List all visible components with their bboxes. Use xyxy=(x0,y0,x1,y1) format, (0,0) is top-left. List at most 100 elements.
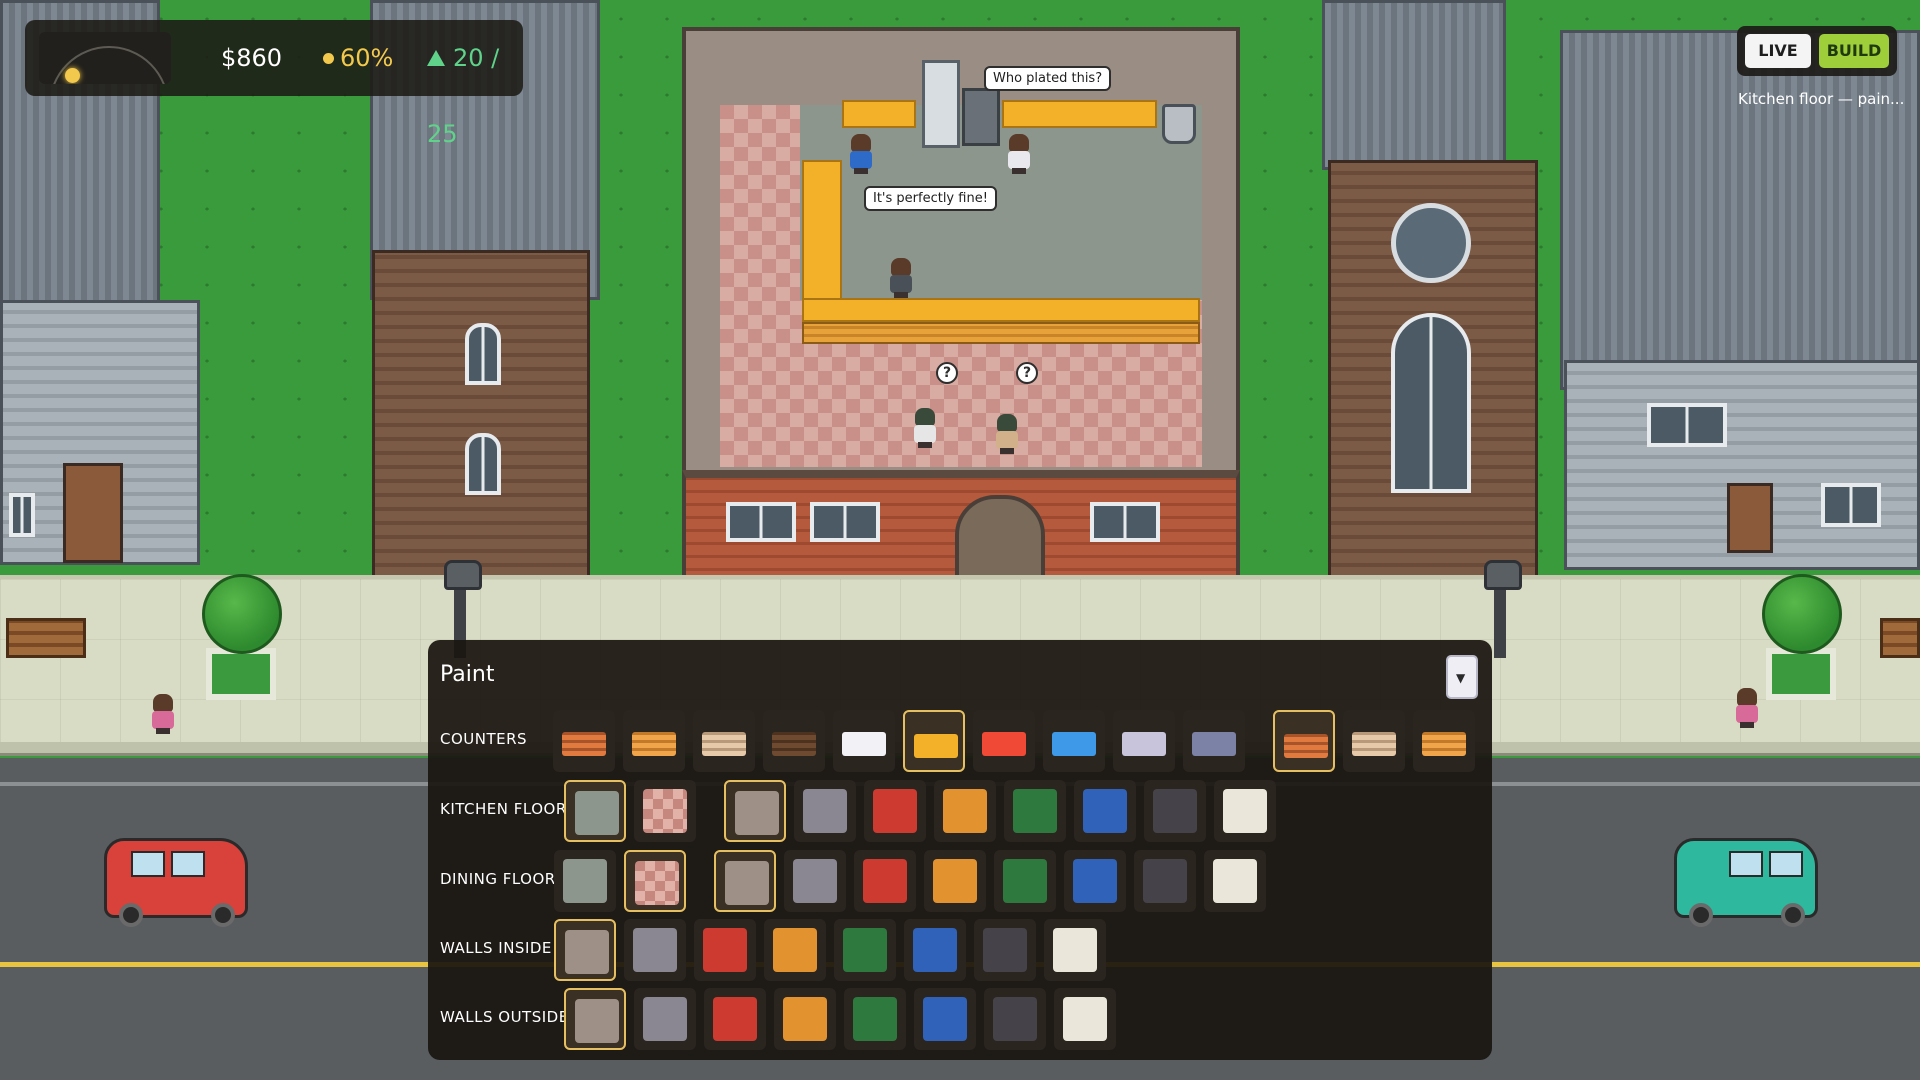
color-swatch[interactable] xyxy=(903,710,965,772)
swatch-chip xyxy=(1422,732,1466,756)
color-swatch[interactable] xyxy=(794,780,856,842)
color-swatch[interactable] xyxy=(1183,710,1245,772)
color-swatch[interactable] xyxy=(1134,850,1196,912)
color-swatch[interactable] xyxy=(864,780,926,842)
color-swatch[interactable] xyxy=(1113,710,1175,772)
house-right-wall xyxy=(1564,360,1920,570)
color-swatch[interactable] xyxy=(634,988,696,1050)
guests-display: 20 / 25 xyxy=(427,20,523,148)
color-swatch[interactable] xyxy=(914,988,976,1050)
color-swatch[interactable] xyxy=(564,780,626,842)
color-swatch[interactable] xyxy=(984,988,1046,1050)
color-swatch[interactable] xyxy=(623,710,685,772)
color-swatch[interactable] xyxy=(1064,850,1126,912)
color-swatch[interactable] xyxy=(1044,919,1106,981)
color-swatch[interactable] xyxy=(1214,780,1276,842)
color-swatch[interactable] xyxy=(694,919,756,981)
day-clock xyxy=(39,32,171,84)
row-label-kitchen-floor: KITCHEN FLOOR xyxy=(440,800,567,818)
color-swatch[interactable] xyxy=(834,919,896,981)
customer-character[interactable] xyxy=(994,414,1020,454)
cook-character[interactable] xyxy=(1006,134,1032,174)
door xyxy=(63,463,123,563)
tower-left-wall xyxy=(372,250,590,580)
kitchen-counter[interactable] xyxy=(842,100,916,128)
color-swatch[interactable] xyxy=(1413,710,1475,772)
color-swatch[interactable] xyxy=(854,850,916,912)
fridge[interactable] xyxy=(922,60,960,148)
color-swatch[interactable] xyxy=(1074,780,1136,842)
swatch-chip xyxy=(943,789,987,833)
kitchen-counter[interactable] xyxy=(1002,100,1157,128)
dining-floor-swatch-row xyxy=(554,850,1454,912)
color-swatch[interactable] xyxy=(554,850,616,912)
color-swatch[interactable] xyxy=(833,710,895,772)
chef-character[interactable] xyxy=(848,134,874,174)
house-left-wall xyxy=(0,300,200,565)
color-swatch[interactable] xyxy=(974,919,1036,981)
color-swatch[interactable] xyxy=(1273,710,1335,772)
color-swatch[interactable] xyxy=(973,710,1035,772)
restaurant-entrance[interactable] xyxy=(955,495,1045,580)
walls-outside-swatch-row xyxy=(564,988,1164,1050)
swatch-chip xyxy=(933,859,977,903)
triangle-up-icon xyxy=(427,50,445,66)
color-swatch[interactable] xyxy=(724,780,786,842)
color-swatch[interactable] xyxy=(704,988,766,1050)
door xyxy=(1727,483,1773,553)
swatch-chip xyxy=(1143,859,1187,903)
color-swatch[interactable] xyxy=(784,850,846,912)
color-swatch[interactable] xyxy=(904,919,966,981)
swatch-chip xyxy=(783,997,827,1041)
color-swatch[interactable] xyxy=(624,850,686,912)
color-swatch[interactable] xyxy=(994,850,1056,912)
sun-icon xyxy=(65,68,80,83)
pedestrian-character[interactable] xyxy=(150,694,176,734)
street-lamp xyxy=(1484,560,1522,658)
service-counter[interactable] xyxy=(802,160,842,300)
color-swatch[interactable] xyxy=(1204,850,1266,912)
swatch-chip xyxy=(772,732,816,756)
color-swatch[interactable] xyxy=(763,710,825,772)
rating-display: 60% xyxy=(323,20,393,96)
color-swatch[interactable] xyxy=(1004,780,1066,842)
window xyxy=(1090,502,1160,542)
color-swatch[interactable] xyxy=(924,850,986,912)
collapse-button[interactable]: ▼ xyxy=(1446,655,1478,699)
color-swatch[interactable] xyxy=(564,988,626,1050)
color-swatch[interactable] xyxy=(1054,988,1116,1050)
trash-bin[interactable] xyxy=(1162,104,1196,144)
swatch-chip xyxy=(562,732,606,756)
color-swatch[interactable] xyxy=(714,850,776,912)
window xyxy=(9,493,35,537)
swatch-chip xyxy=(803,789,847,833)
build-mode-button[interactable]: BUILD xyxy=(1819,34,1889,68)
round-window xyxy=(1391,203,1471,283)
planter xyxy=(206,648,276,700)
customer-character[interactable] xyxy=(912,408,938,448)
color-swatch[interactable] xyxy=(624,919,686,981)
waiter-character[interactable] xyxy=(888,258,914,298)
color-swatch[interactable] xyxy=(1144,780,1206,842)
swatch-chip xyxy=(1223,789,1267,833)
top-stats-bar: $860 60% 20 / 25 xyxy=(25,20,523,148)
color-swatch[interactable] xyxy=(844,988,906,1050)
color-swatch[interactable] xyxy=(1343,710,1405,772)
color-swatch[interactable] xyxy=(764,919,826,981)
live-mode-button[interactable]: LIVE xyxy=(1745,34,1811,68)
pedestrian-character[interactable] xyxy=(1734,688,1760,728)
row-label-walls-outside: WALLS OUTSIDE xyxy=(440,1008,569,1026)
swatch-chip xyxy=(1192,732,1236,756)
color-swatch[interactable] xyxy=(553,710,615,772)
color-swatch[interactable] xyxy=(693,710,755,772)
color-swatch[interactable] xyxy=(554,919,616,981)
stove[interactable] xyxy=(962,88,1000,146)
color-swatch[interactable] xyxy=(774,988,836,1050)
color-swatch[interactable] xyxy=(1043,710,1105,772)
service-counter[interactable] xyxy=(802,298,1200,322)
swatch-chip xyxy=(643,997,687,1041)
color-swatch[interactable] xyxy=(634,780,696,842)
color-swatch[interactable] xyxy=(934,780,996,842)
swatch-chip xyxy=(913,928,957,972)
row-label-walls-inside: WALLS INSIDE xyxy=(440,939,552,957)
